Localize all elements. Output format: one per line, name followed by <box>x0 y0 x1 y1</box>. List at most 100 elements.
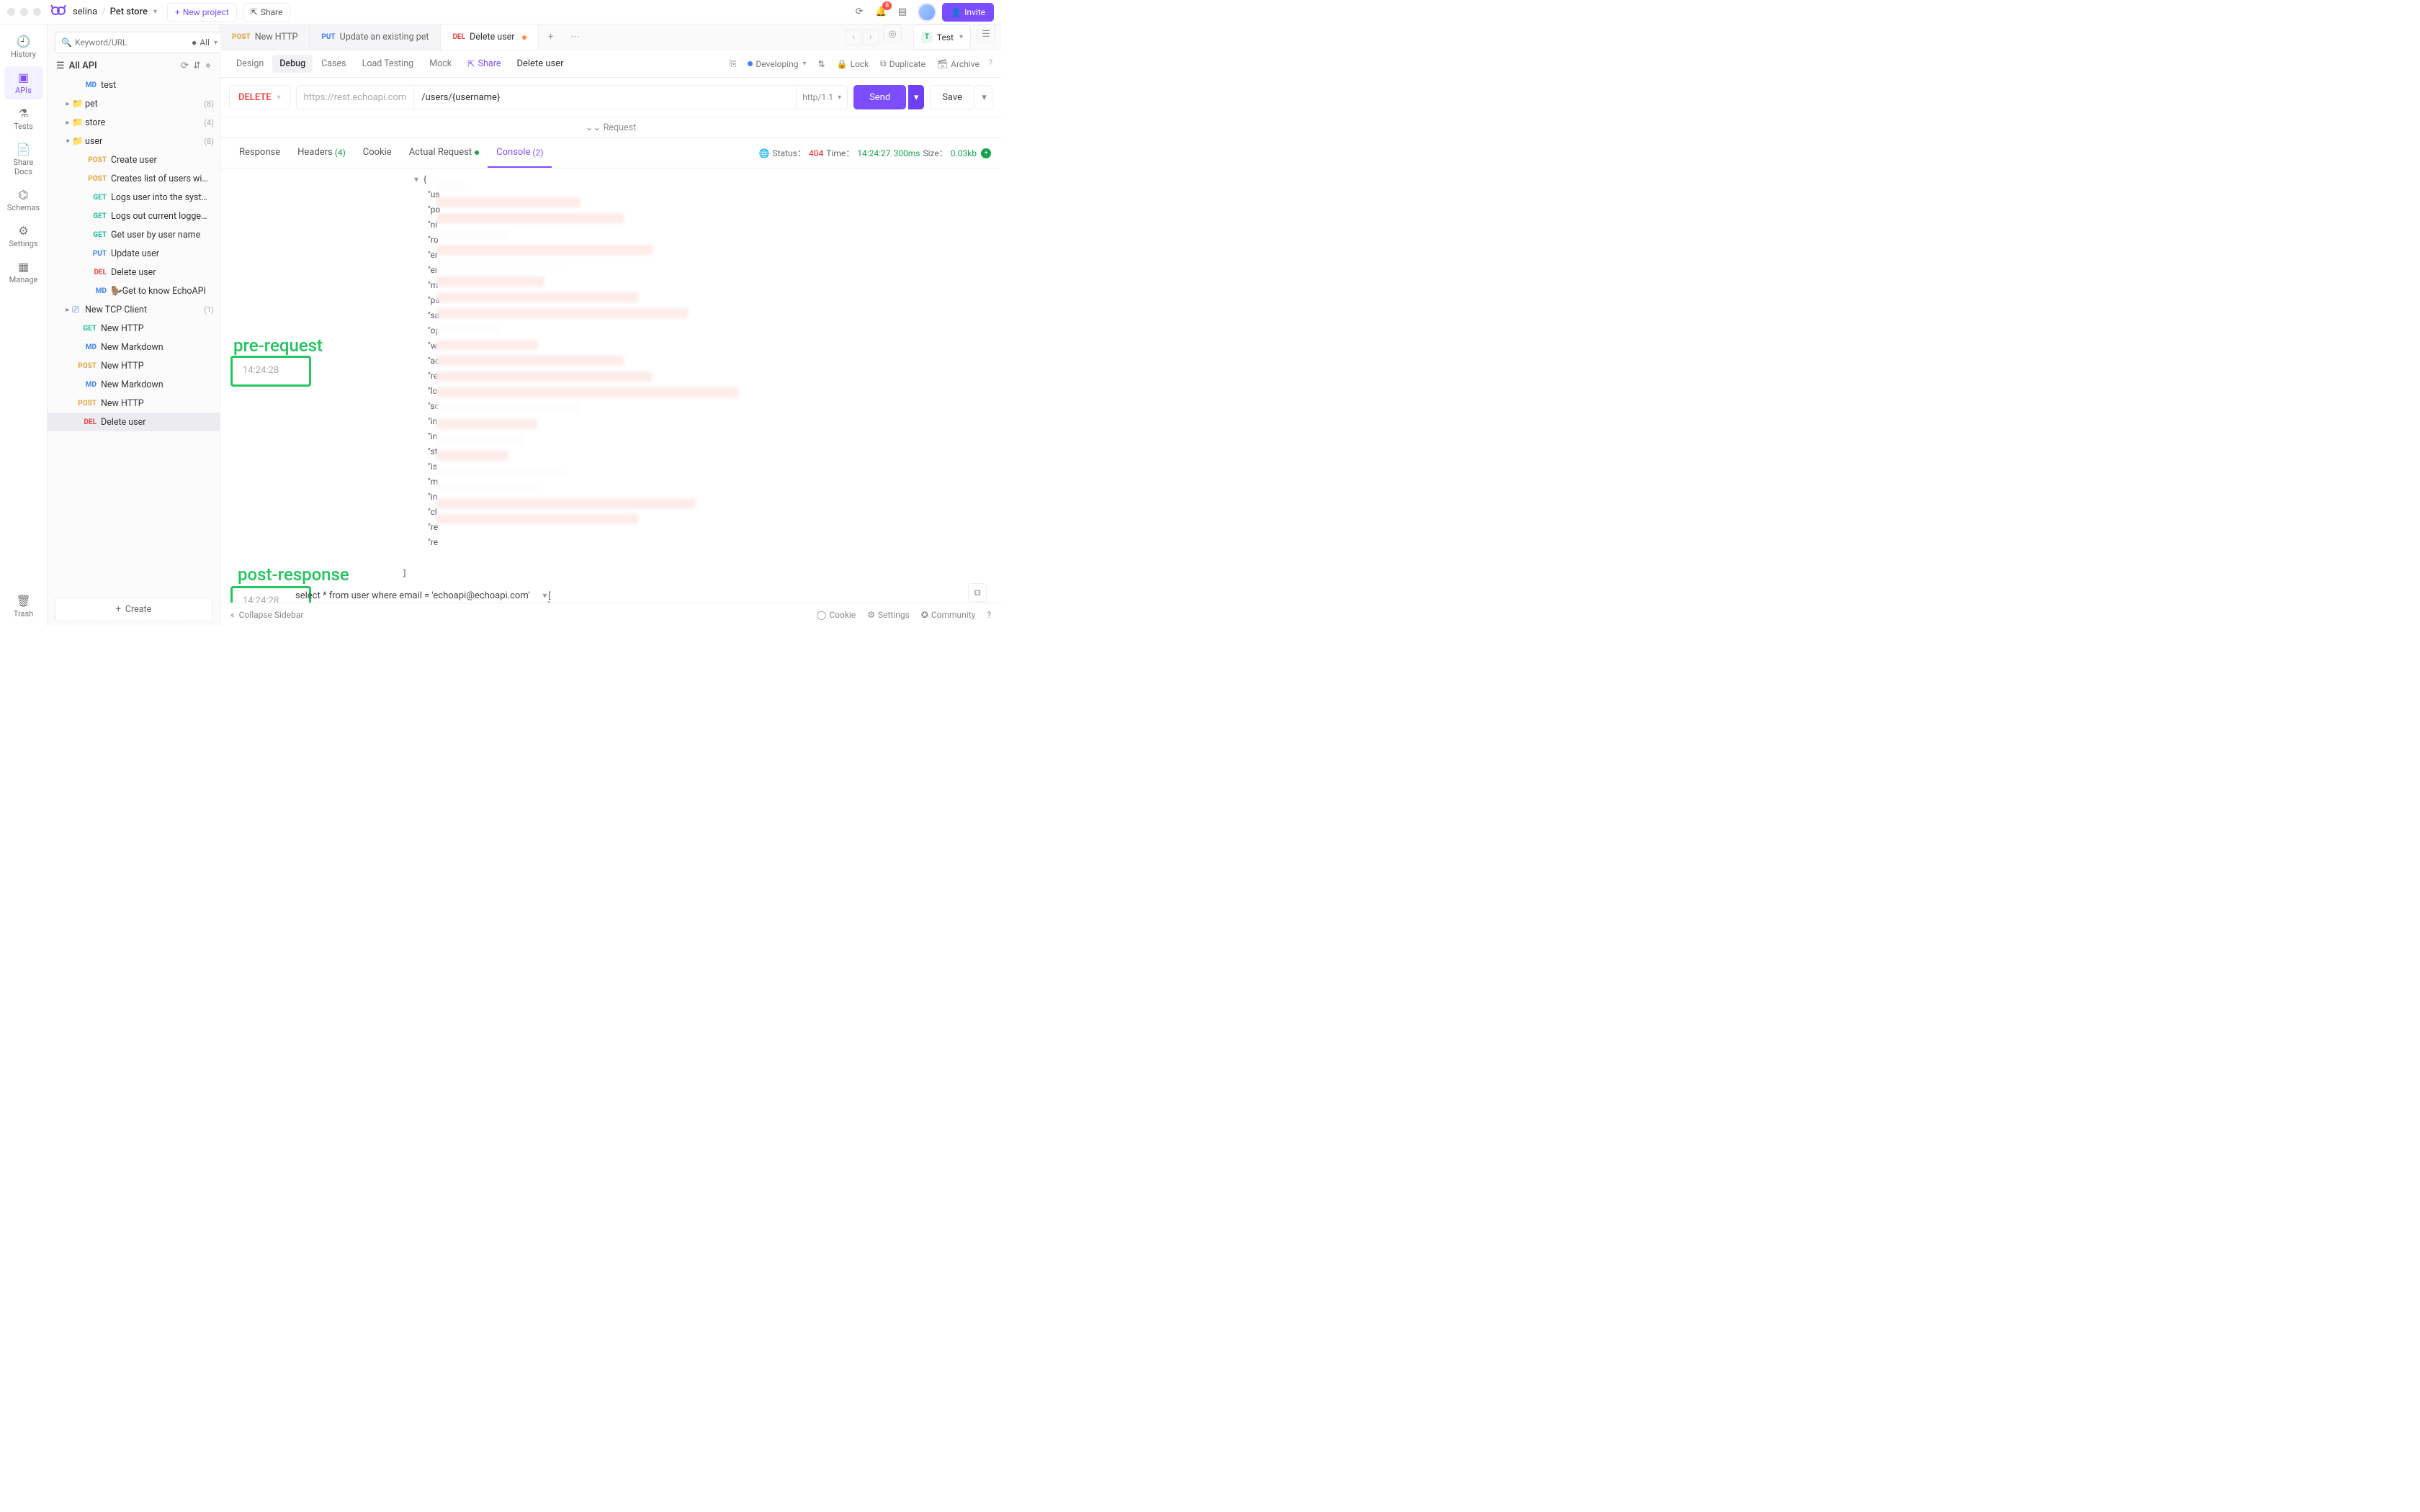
env-vars-icon[interactable]: ☰ <box>977 24 995 43</box>
archive-icon: 🗃 <box>937 59 948 69</box>
copy-button[interactable]: ⧉ <box>968 583 987 602</box>
tree-item[interactable]: GETLogs user into the syst… <box>48 188 220 207</box>
env-name: Test <box>937 32 954 42</box>
avatar[interactable] <box>918 3 936 22</box>
request-title: Delete user <box>516 58 563 69</box>
tree-item[interactable]: GETGet user by user name <box>48 225 220 244</box>
subtab-cases[interactable]: Cases <box>314 55 353 73</box>
rail-settings[interactable]: ⚙Settings <box>4 220 43 253</box>
subtab-design[interactable]: Design <box>229 55 271 73</box>
url-input[interactable]: https://rest.echoapi.com /users/{usernam… <box>296 85 848 109</box>
new-project-button[interactable]: +New project <box>167 3 237 22</box>
tab[interactable]: PUTUpdate an existing pet <box>310 24 441 50</box>
lock-button[interactable]: 🔒Lock <box>837 59 869 69</box>
send-button[interactable]: Send <box>853 85 906 109</box>
refresh-icon[interactable]: ⟳ <box>181 60 189 71</box>
tree-item[interactable]: POSTCreates list of users wi… <box>48 169 220 188</box>
status-dropdown[interactable]: Developing▾ <box>748 59 806 69</box>
env-chip: T <box>921 32 933 43</box>
tab-prev[interactable]: ‹ <box>846 30 861 45</box>
subtab-mock[interactable]: Mock <box>422 55 459 73</box>
tree-item[interactable]: MDtest <box>48 76 220 94</box>
tree-item[interactable]: MD🦫Get to know EchoAPI <box>48 282 220 300</box>
subtab-debug[interactable]: Debug <box>272 55 313 73</box>
url-path[interactable]: /users/{username} <box>414 92 796 103</box>
sql-output: select * from user where email = 'echoap… <box>295 590 987 603</box>
tree-item[interactable]: POSTNew HTTP <box>48 356 220 375</box>
invite-button[interactable]: 👤Invite <box>942 3 994 22</box>
tree-item[interactable]: POSTNew HTTP <box>48 394 220 413</box>
tree-item[interactable]: ▸📁pet(8) <box>48 94 220 113</box>
clock-icon: 🕘 <box>4 35 43 48</box>
footer-settings[interactable]: ⚙Settings <box>867 610 910 620</box>
env-selector[interactable]: T Test ▾ <box>913 24 971 50</box>
list-icon: ☰ <box>56 60 65 71</box>
footer-community[interactable]: ✪Community <box>921 610 976 620</box>
rtab-headers[interactable]: Headers(4) <box>289 138 354 168</box>
filter-dropdown[interactable]: ● All ▾ <box>187 37 222 48</box>
breadcrumb[interactable]: selina / Pet store ▾ <box>73 6 157 17</box>
request-collapse[interactable]: ⌄⌄Request <box>220 117 1001 138</box>
tree-item[interactable]: GETLogs out current logge… <box>48 207 220 225</box>
help-icon[interactable]: ? <box>988 58 992 69</box>
footer-help[interactable]: ? <box>987 610 991 620</box>
rail-share-docs[interactable]: 📄Share Docs <box>4 138 43 181</box>
expand-icon[interactable]: ⇵ <box>193 60 201 71</box>
api-tree: MDtest▸📁pet(8)▸📁store(4)▾📁user(8)POSTCre… <box>48 76 220 593</box>
tree-item[interactable]: ▾📁user(8) <box>48 132 220 150</box>
code-icon[interactable]: ⎘ <box>730 58 737 69</box>
subtab-load[interactable]: Load Testing <box>355 55 421 73</box>
sort-icon[interactable]: ⇅ <box>817 59 825 69</box>
save-button[interactable]: Save <box>930 85 974 109</box>
share-button[interactable]: ⇱Share <box>243 3 291 22</box>
tree-item[interactable]: GETNew HTTP <box>48 319 220 338</box>
notif-badge: 8 <box>882 1 892 10</box>
rail-trash[interactable]: 🗑Trash <box>4 590 43 623</box>
tree-item[interactable]: POSTCreate user <box>48 150 220 169</box>
workspace-name: selina <box>73 6 97 17</box>
tree-item[interactable]: MDNew Markdown <box>48 338 220 356</box>
collapse-icon[interactable]: ⋄ <box>205 60 211 71</box>
tab-next[interactable]: › <box>863 30 879 45</box>
archive-button[interactable]: 🗃Archive <box>937 59 980 69</box>
search-icon: 🔍 <box>61 37 72 48</box>
tree-item[interactable]: ▸⎚New TCP Client(1) <box>48 300 220 319</box>
search-input[interactable]: 🔍 ● All ▾ <box>55 32 228 53</box>
footer-cookie[interactable]: ◯Cookie <box>817 610 856 620</box>
panel-icon[interactable]: ▤ <box>893 3 912 22</box>
save-dropdown[interactable]: ▾ <box>977 85 992 109</box>
search-field[interactable] <box>75 37 187 48</box>
tab[interactable]: DELDelete user <box>441 24 538 50</box>
rail-manage[interactable]: ▦Manage <box>4 256 43 289</box>
rtab-console[interactable]: Console(2) <box>488 138 552 168</box>
rail-history[interactable]: 🕘History <box>4 30 43 63</box>
sync-icon[interactable]: ⟳ <box>850 3 869 22</box>
footer: «Collapse Sidebar ◯Cookie ⚙Settings ✪Com… <box>220 603 1001 626</box>
bell-icon[interactable]: 🔔8 <box>871 3 890 22</box>
console-panel: pre-request 14:24:28 post-response 14:24… <box>220 168 1001 603</box>
rail-apis[interactable]: ▣APIs <box>4 66 43 99</box>
rtab-response[interactable]: Response <box>230 138 289 168</box>
env-settings-icon[interactable]: ◎ <box>883 24 902 43</box>
send-dropdown[interactable]: ▾ <box>908 85 924 109</box>
rtab-actual[interactable]: Actual Request <box>400 138 488 168</box>
create-button[interactable]: +Create <box>55 598 212 621</box>
rail-tests[interactable]: ⚗Tests <box>4 102 43 135</box>
subtab-share[interactable]: ⇱Share <box>460 55 508 73</box>
tree-item[interactable]: ▸📁store(4) <box>48 113 220 132</box>
rail-schemas[interactable]: ⌬Schemas <box>4 184 43 217</box>
collapse-sidebar[interactable]: «Collapse Sidebar <box>230 610 303 620</box>
protocol-selector[interactable]: http/1.1▾ <box>796 86 847 109</box>
tree-item[interactable]: DELDelete user <box>48 263 220 282</box>
method-selector[interactable]: DELETE▾ <box>229 85 290 109</box>
chevron-down-icon: ▾ <box>959 33 963 41</box>
tab-add[interactable]: + <box>539 24 563 50</box>
share-icon: ⇱ <box>467 58 475 70</box>
duplicate-button[interactable]: ⧉Duplicate <box>880 58 926 69</box>
tree-item[interactable]: DELDelete user <box>48 413 220 431</box>
rtab-cookie[interactable]: Cookie <box>354 138 400 168</box>
tab[interactable]: POSTNew HTTP <box>220 24 310 50</box>
tree-item[interactable]: PUTUpdate user <box>48 244 220 263</box>
tree-item[interactable]: MDNew Markdown <box>48 375 220 394</box>
tab-more[interactable]: ⋯ <box>563 24 588 50</box>
